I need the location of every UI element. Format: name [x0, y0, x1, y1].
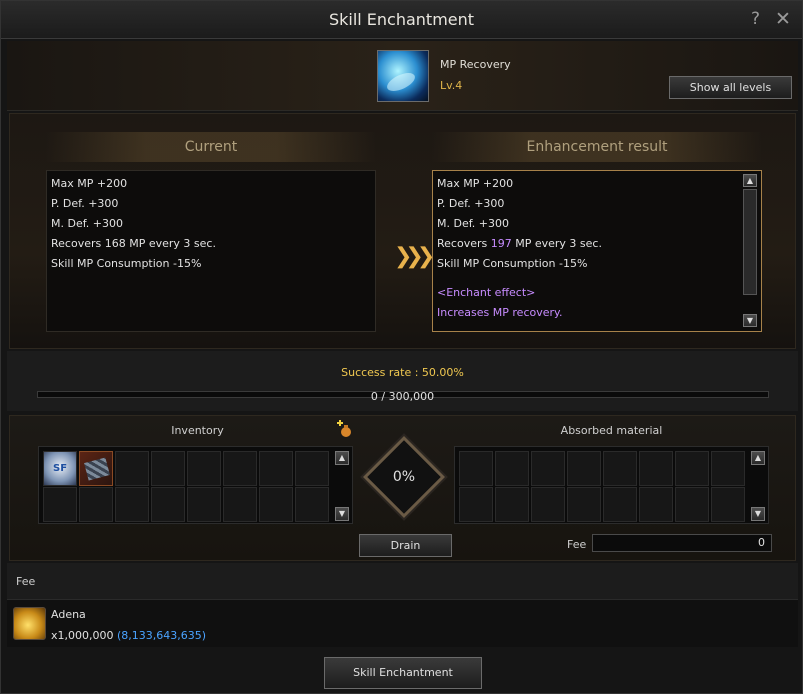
- enchant-effect-heading: <Enchant effect>: [437, 286, 536, 299]
- skill-name: MP Recovery: [440, 58, 511, 71]
- skill-level: Lv.4: [440, 79, 463, 92]
- success-rate-section: Success rate : 50.00% 0 / 300,000: [7, 351, 798, 411]
- absorbed-slot[interactable]: [675, 451, 709, 486]
- absorbed-material-grid: ▲ ▼: [454, 446, 769, 524]
- success-rate: Success rate : 50.00%: [341, 366, 464, 379]
- absorbed-slot[interactable]: [639, 487, 673, 522]
- current-stat-list: Max MP +200 P. Def. +300 M. Def. +300 Re…: [51, 176, 216, 276]
- help-icon[interactable]: ?: [751, 9, 760, 29]
- absorb-percent: 0%: [392, 469, 416, 485]
- fee-input[interactable]: 0: [592, 534, 772, 552]
- footer: Skill Enchantment: [1, 647, 802, 693]
- inventory-scroll-up-icon[interactable]: ▲: [335, 451, 349, 465]
- inventory-slot[interactable]: [151, 487, 185, 522]
- currency-name: Adena: [51, 608, 86, 621]
- result-stat: M. Def. +300: [437, 217, 509, 230]
- skill-enchantment-button[interactable]: Skill Enchantment: [324, 657, 482, 689]
- result-stat-recover: Recovers 197 MP every 3 sec.: [437, 236, 602, 256]
- absorbed-slot[interactable]: [603, 487, 637, 522]
- scroll-thumb[interactable]: [743, 189, 757, 295]
- mp-recovery-skill-icon: [377, 50, 429, 102]
- inventory-slot[interactable]: [223, 451, 257, 486]
- absorbed-slot[interactable]: [495, 487, 529, 522]
- current-stat: P. Def. +300: [51, 197, 119, 210]
- inventory-title: Inventory: [171, 424, 224, 437]
- current-stat: Skill MP Consumption -15%: [51, 257, 202, 270]
- right-arrows-icon: ❯❯❯: [394, 244, 435, 269]
- close-icon[interactable]: ✕: [775, 8, 791, 30]
- result-stat: Max MP +200: [437, 177, 514, 190]
- skill-enchantment-window: Skill Enchantment ? ✕ MP Recovery Lv.4 S…: [0, 0, 803, 694]
- inventory-slot[interactable]: [187, 451, 221, 486]
- armor-icon[interactable]: [79, 451, 113, 486]
- enchant-effect-description: Increases MP recovery.: [437, 306, 563, 319]
- current-header: Current: [46, 132, 376, 162]
- required-amount: x1,000,000: [51, 629, 114, 642]
- cost-section: Adena x1,000,000 (8,133,643,635): [7, 599, 798, 647]
- current-stat: M. Def. +300: [51, 217, 123, 230]
- recover-suffix: MP every 3 sec.: [511, 237, 602, 250]
- result-stat: Skill MP Consumption -15%: [437, 257, 588, 270]
- result-stat-list: Max MP +200 P. Def. +300 M. Def. +300 Re…: [437, 176, 602, 325]
- inventory-slot[interactable]: [187, 487, 221, 522]
- inventory-slot[interactable]: [295, 451, 329, 486]
- inventory-slot[interactable]: [43, 487, 77, 522]
- absorbed-slot[interactable]: [639, 451, 673, 486]
- titlebar: Skill Enchantment ? ✕: [1, 1, 802, 39]
- absorbed-slot[interactable]: [459, 451, 493, 486]
- skill-header: MP Recovery Lv.4 Show all levels: [7, 41, 798, 111]
- current-stat: Recovers 168 MP every 3 sec.: [51, 237, 216, 250]
- recover-value: 197: [490, 237, 512, 250]
- show-all-levels-button[interactable]: Show all levels: [669, 76, 792, 99]
- result-stat: P. Def. +300: [437, 197, 505, 210]
- absorbed-slot[interactable]: [711, 451, 745, 486]
- drain-button[interactable]: Drain: [359, 534, 452, 557]
- absorbed-material-title: Absorbed material: [560, 424, 663, 437]
- absorbed-slot[interactable]: [531, 451, 565, 486]
- owned-amount: (8,133,643,635): [117, 629, 207, 642]
- inventory-slot[interactable]: [151, 451, 185, 486]
- current-stats-box: Max MP +200 P. Def. +300 M. Def. +300 Re…: [46, 170, 376, 332]
- fee-label: Fee: [567, 538, 587, 551]
- absorbed-slot[interactable]: [711, 487, 745, 522]
- item-label: SF: [53, 463, 68, 474]
- recover-prefix: Recovers: [437, 237, 491, 250]
- current-stat: Max MP +200: [51, 177, 128, 190]
- result-scrollbar[interactable]: ▲ ▼: [740, 171, 760, 331]
- inventory-slot[interactable]: [259, 451, 293, 486]
- scroll-icon[interactable]: SF: [43, 451, 77, 486]
- absorbed-slot[interactable]: [531, 487, 565, 522]
- scroll-up-arrow-icon[interactable]: ▲: [743, 174, 757, 187]
- inventory-slot[interactable]: [79, 487, 113, 522]
- scroll-down-arrow-icon[interactable]: ▼: [743, 314, 757, 327]
- fee-heading: Fee: [16, 575, 36, 588]
- adena-coin-icon: [13, 607, 46, 640]
- result-stats-box[interactable]: Max MP +200 P. Def. +300 M. Def. +300 Re…: [432, 170, 762, 332]
- inventory-slot[interactable]: [115, 487, 149, 522]
- inventory-slot[interactable]: [259, 487, 293, 522]
- absorbed-scroll-down-icon[interactable]: ▼: [751, 507, 765, 521]
- auto-fill-potion-icon[interactable]: [335, 420, 353, 438]
- inventory-scroll-down-icon[interactable]: ▼: [335, 507, 349, 521]
- comparison-panel: Current Enhancement result Max MP +200 P…: [9, 113, 796, 349]
- absorbed-slot[interactable]: [675, 487, 709, 522]
- progress-text: 0 / 300,000: [370, 390, 435, 403]
- currency-amount: x1,000,000 (8,133,643,635): [51, 629, 206, 642]
- inventory-slot[interactable]: [223, 487, 257, 522]
- material-panel: Inventory Absorbed material SF ▲ ▼ 0% Dr…: [9, 415, 796, 561]
- inventory-grid: SF ▲ ▼: [38, 446, 353, 524]
- window-title: Skill Enchantment: [328, 10, 475, 29]
- absorbed-scroll-up-icon[interactable]: ▲: [751, 451, 765, 465]
- absorbed-slot[interactable]: [495, 451, 529, 486]
- fee-section: Fee: [7, 563, 798, 599]
- absorbed-slot[interactable]: [567, 451, 601, 486]
- absorbed-slot[interactable]: [567, 487, 601, 522]
- inventory-slot[interactable]: [115, 451, 149, 486]
- absorbed-slot[interactable]: [459, 487, 493, 522]
- inventory-slot[interactable]: [295, 487, 329, 522]
- absorbed-slot[interactable]: [603, 451, 637, 486]
- enhancement-result-header: Enhancement result: [432, 132, 762, 162]
